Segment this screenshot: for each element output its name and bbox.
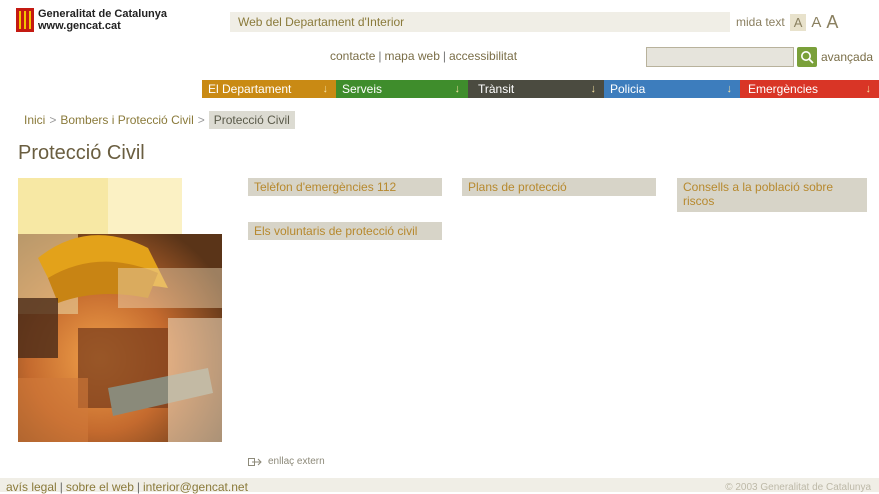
breadcrumb: Inici > Bombers i Protecció Civil > Prot… — [24, 111, 295, 129]
tile-telefon-112[interactable]: Telèfon d'emergències 112 — [248, 178, 442, 196]
gencat-logo[interactable]: Generalitat de Catalunya www.gencat.cat — [16, 6, 216, 40]
nav-policia[interactable]: Policia ↓ — [604, 80, 740, 98]
text-size-label: mida text — [736, 15, 785, 29]
tile-plans-proteccio[interactable]: Plans de protecció — [462, 178, 656, 196]
breadcrumb-inici[interactable]: Inici — [24, 113, 45, 127]
nav-serveis[interactable]: Serveis ↓ — [336, 80, 468, 98]
external-link-icon — [248, 457, 262, 466]
tile-voluntaris[interactable]: Els voluntaris de protecció civil — [248, 222, 442, 240]
arrow-down-icon: ↓ — [726, 83, 733, 95]
nav-transit[interactable]: Trànsit ↓ — [468, 80, 604, 98]
external-link-legend: enllaç extern — [248, 456, 325, 467]
org-url: www.gencat.cat — [38, 20, 121, 32]
link-contacte[interactable]: contacte — [330, 49, 375, 63]
search-input[interactable] — [646, 47, 794, 67]
arrow-down-icon: ↓ — [454, 83, 461, 95]
search-icon — [801, 51, 814, 64]
breadcrumb-separator: > — [197, 113, 205, 127]
nav-label: Policia — [610, 82, 646, 96]
copyright: © 2003 Generalitat de Catalunya — [725, 482, 871, 493]
department-title[interactable]: Web del Departament d'Interior — [230, 12, 730, 32]
text-size-control: mida text A A A — [736, 12, 838, 32]
nav-emergencies[interactable]: Emergències ↓ — [740, 80, 879, 98]
external-link-label: enllaç extern — [268, 456, 325, 467]
search-button[interactable] — [797, 47, 817, 67]
breadcrumb-bombers[interactable]: Bombers i Protecció Civil — [60, 113, 193, 127]
senyera-icon — [16, 8, 34, 32]
nav-label: Trànsit — [478, 82, 515, 96]
text-size-small[interactable]: A — [789, 13, 807, 31]
nav-label: Serveis — [342, 82, 383, 96]
org-name: Generalitat de Catalunya — [38, 8, 167, 20]
text-size-large[interactable]: A — [826, 12, 838, 33]
nav-el-departament[interactable]: El Departament ↓ — [202, 80, 336, 98]
arrow-down-icon: ↓ — [322, 83, 329, 95]
breadcrumb-current: Protecció Civil — [208, 111, 295, 129]
link-mapa-web[interactable]: mapa web — [385, 49, 440, 63]
page-title: Protecció Civil — [18, 142, 145, 164]
firefighter-image — [18, 178, 222, 442]
utility-links: contacte | mapa web | accessibilitat — [330, 49, 518, 63]
tile-consells-poblacio[interactable]: Consells a la població sobre riscos — [677, 178, 867, 212]
firefighter-photo — [18, 178, 222, 442]
nav-label: El Departament — [208, 82, 292, 96]
nav-label: Emergències — [748, 82, 819, 96]
advanced-search-link[interactable]: avançada — [821, 50, 873, 64]
link-accessibilitat[interactable]: accessibilitat — [449, 49, 517, 63]
arrow-down-icon: ↓ — [865, 83, 872, 95]
arrow-down-icon: ↓ — [590, 83, 597, 95]
text-size-medium[interactable]: A — [811, 14, 821, 31]
breadcrumb-separator: > — [49, 113, 57, 127]
logo-text: Generalitat de Catalunya www.gencat.cat — [38, 6, 167, 32]
